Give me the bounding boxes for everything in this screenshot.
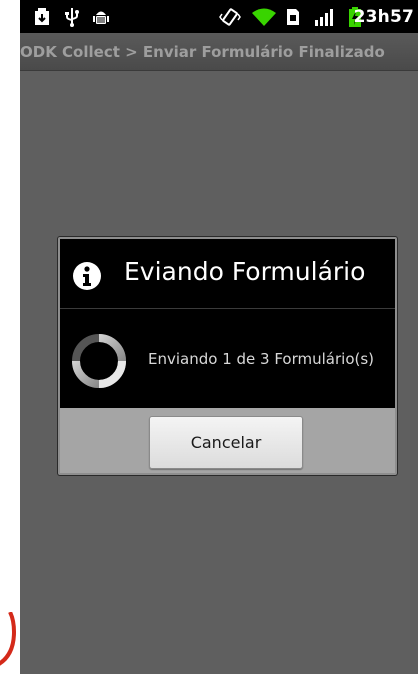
progress-spinner-icon xyxy=(70,332,128,390)
progress-message: Enviando 1 de 3 Formulário(s) xyxy=(148,350,375,368)
wifi-icon xyxy=(252,8,276,26)
download-icon xyxy=(34,8,50,26)
signal-icon xyxy=(314,8,336,26)
phone-screen: 23h57 ODK Collect > Enviar Formulário Fi… xyxy=(20,0,418,674)
info-icon xyxy=(72,261,102,291)
title-bar: ODK Collect > Enviar Formulário Finaliza… xyxy=(20,33,418,71)
sending-dialog: Eviando Formulário Enviando 1 de 3 Formu… xyxy=(58,237,397,475)
dialog-footer: Cancelar xyxy=(60,408,395,473)
dialog-title: Eviando Formulário xyxy=(124,257,366,286)
vibrate-icon xyxy=(219,8,241,26)
cancel-button[interactable]: Cancelar xyxy=(149,416,303,469)
android-debug-icon xyxy=(92,8,110,26)
status-bar: 23h57 xyxy=(20,0,418,33)
status-clock: 23h57 xyxy=(353,7,414,27)
sim-icon xyxy=(286,8,300,26)
dialog-body: Enviando 1 de 3 Formulário(s) xyxy=(60,310,395,408)
usb-icon xyxy=(64,8,80,27)
red-circle-annotation xyxy=(0,611,22,674)
app-title: ODK Collect > Enviar Formulário Finaliza… xyxy=(20,43,385,61)
dialog-header: Eviando Formulário xyxy=(60,239,395,309)
